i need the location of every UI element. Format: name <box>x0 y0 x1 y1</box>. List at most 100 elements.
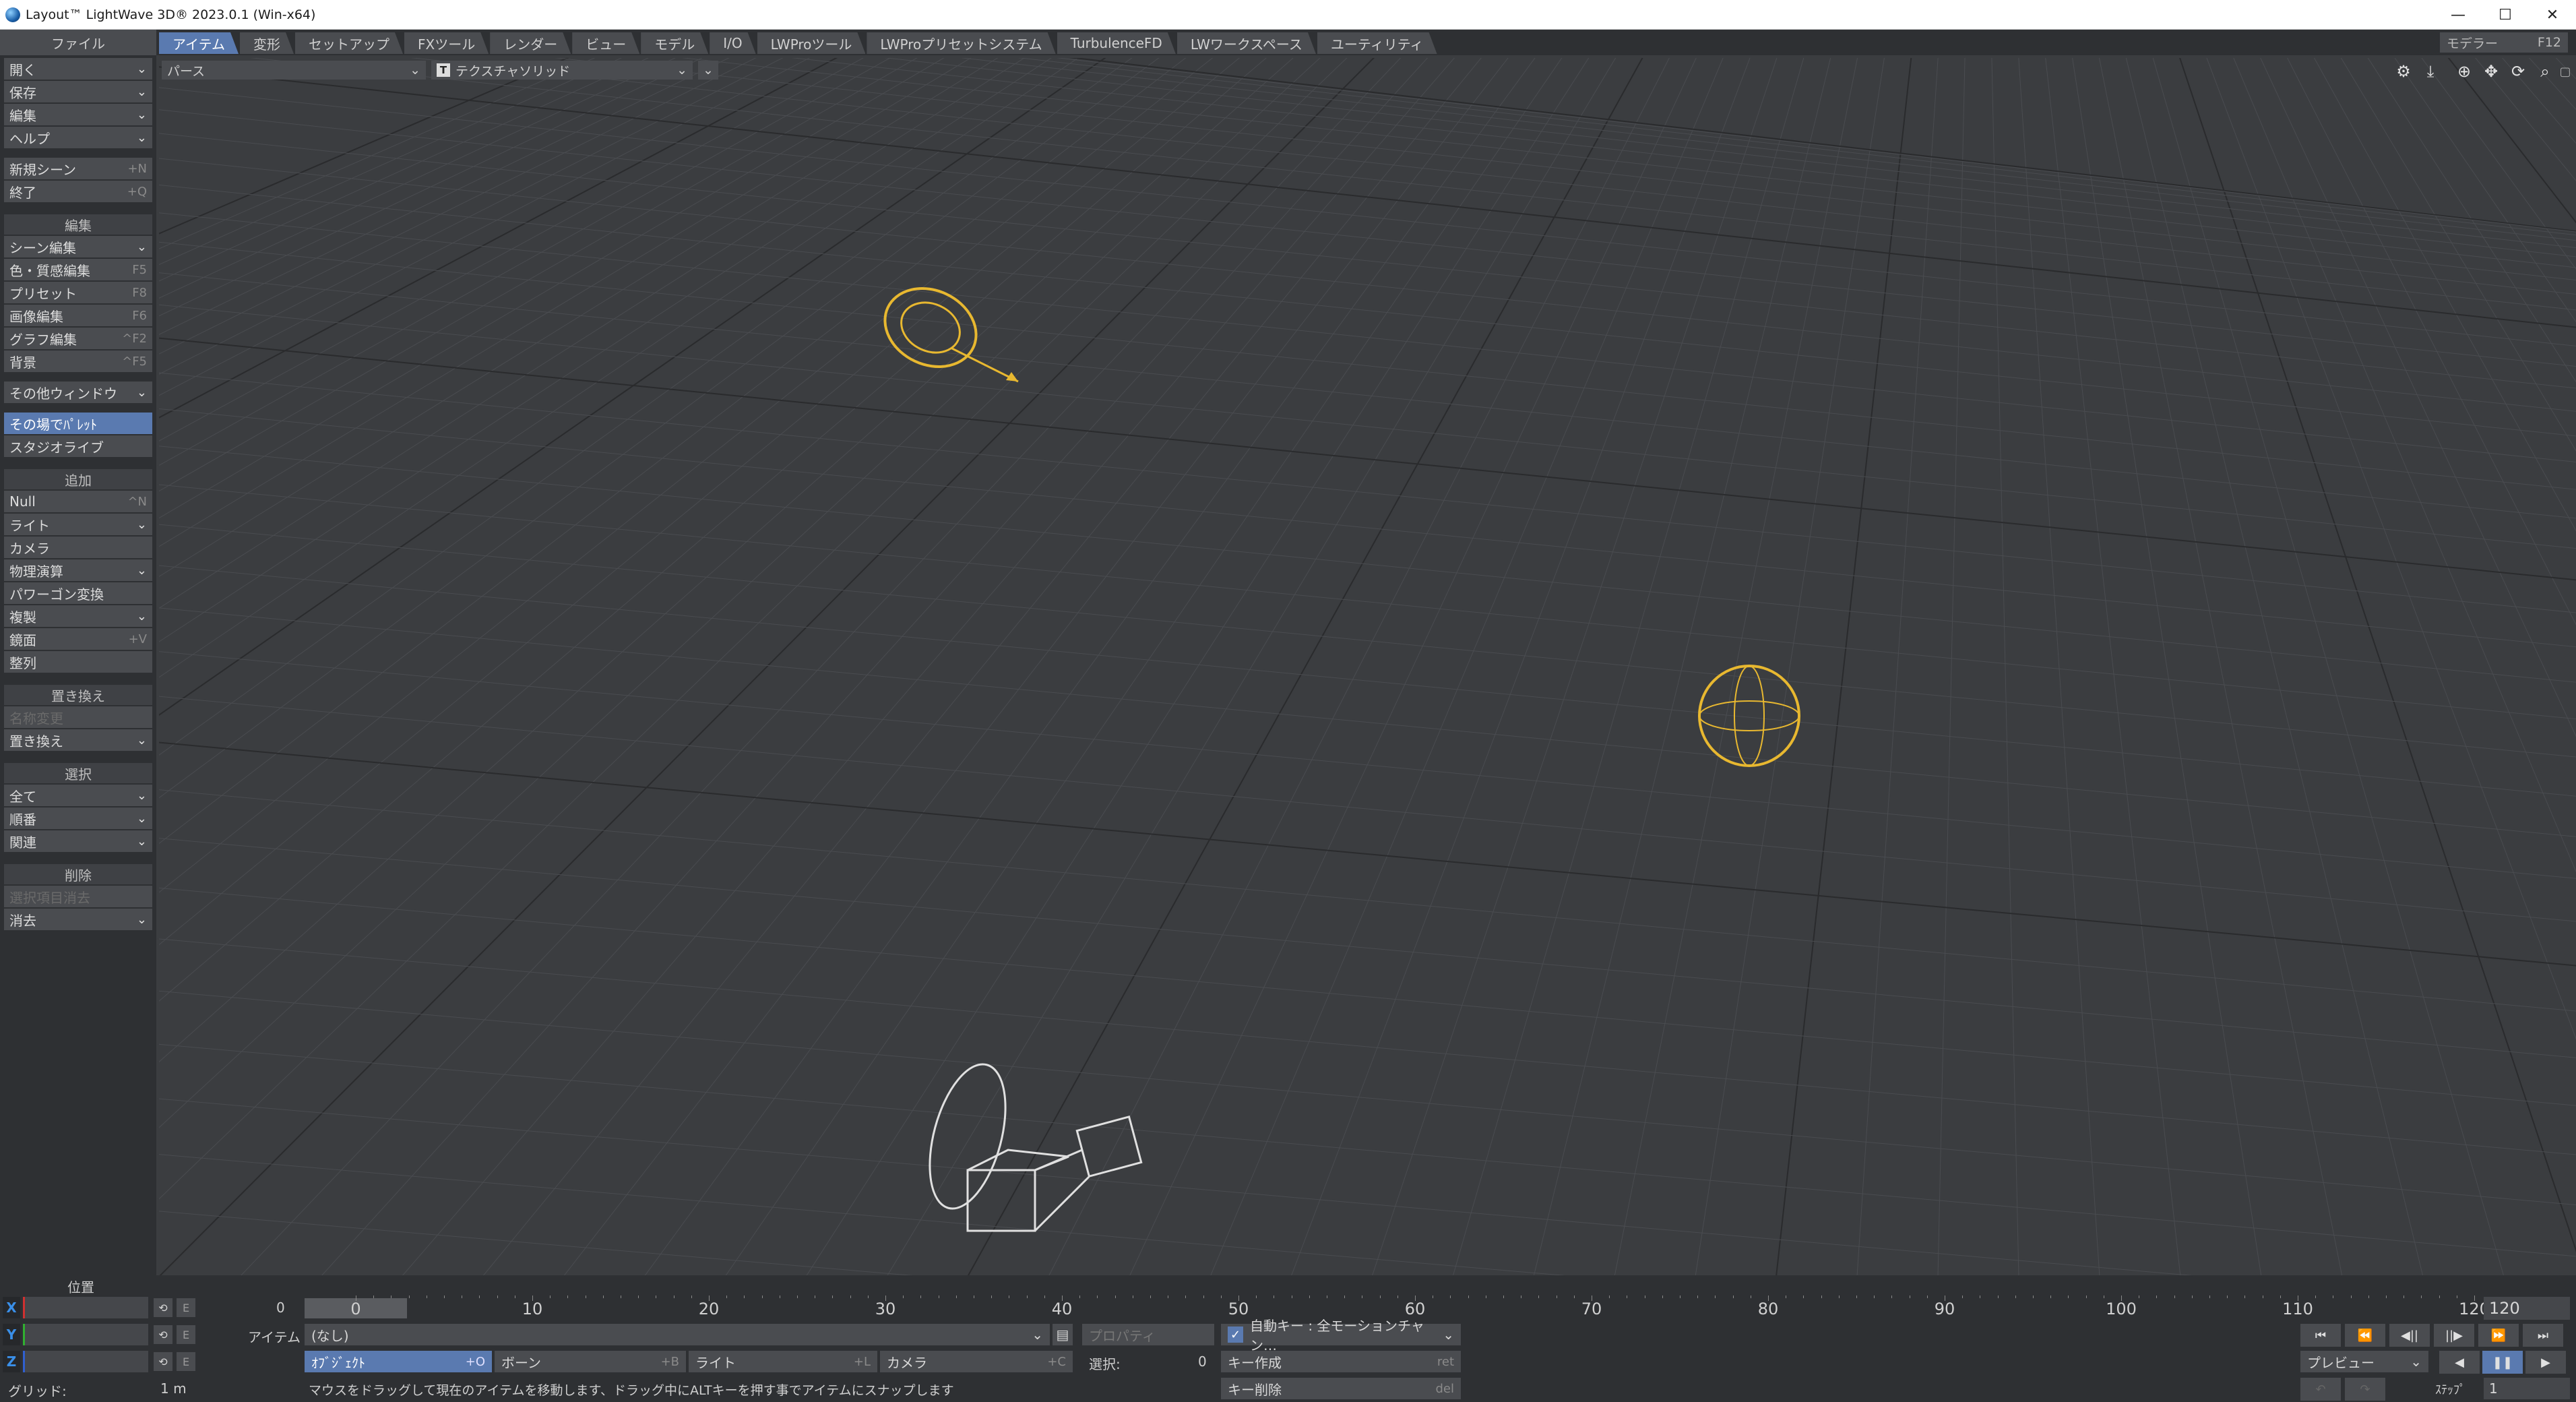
toolbar-button[interactable]: 鏡面 +V <box>4 628 152 650</box>
toolbar-button[interactable]: その場でﾊﾟﾚｯﾄ <box>4 413 152 434</box>
toolbar-button[interactable]: 関連 ⌄ <box>4 830 152 852</box>
playback-button-icon[interactable]: ⏩ <box>2478 1324 2519 1347</box>
toolbar-button[interactable]: 選択項目消去 <box>4 886 152 907</box>
view-mode-select[interactable]: パース ⌄ <box>162 61 426 80</box>
move-view-icon[interactable]: ✥ <box>2480 62 2502 81</box>
tab-1[interactable]: 変形 <box>240 32 294 54</box>
download-icon[interactable]: ⤓ <box>2420 62 2441 81</box>
gear-icon[interactable]: ⚙ <box>2393 62 2414 81</box>
bone-button[interactable]: ボーン +B <box>495 1351 686 1372</box>
center-view-icon[interactable]: ⊕ <box>2453 62 2475 81</box>
preview-select[interactable]: プレビュー ⌄ <box>2300 1351 2428 1372</box>
toolbar-button[interactable]: 新規シーン +N <box>4 158 152 179</box>
playback-button-icon[interactable]: ⏪ <box>2345 1324 2385 1347</box>
shortcut-label: +N <box>127 161 147 176</box>
toolbar-button[interactable]: 消去 ⌄ <box>4 909 152 930</box>
tab-11[interactable]: LWワークスペース <box>1177 32 1316 54</box>
maximize-viewport-icon[interactable]: ▢ <box>2554 62 2576 81</box>
toolbar-button[interactable]: 開く ⌄ <box>4 58 152 80</box>
tab-10[interactable]: TurbulenceFD <box>1057 32 1176 54</box>
tab-4[interactable]: レンダー <box>490 32 571 54</box>
zoom-icon[interactable]: ⌕ <box>2534 62 2556 81</box>
light-button[interactable]: ライト +L <box>689 1351 877 1372</box>
tab-9[interactable]: LWProプリセットシステム <box>867 32 1055 54</box>
tab-6[interactable]: モデル <box>641 32 708 54</box>
play-reverse-button[interactable]: ◀ <box>2439 1351 2480 1374</box>
tab-12[interactable]: ユーティリティ <box>1317 32 1437 54</box>
envelope-icon[interactable]: E <box>177 1298 195 1317</box>
undo-icon[interactable]: ↶ <box>2300 1378 2341 1401</box>
render-style-select[interactable]: T テクスチャソリッド ⌄ <box>431 61 693 80</box>
axis-z-field[interactable] <box>23 1351 148 1372</box>
camera-object[interactable] <box>916 1056 1143 1232</box>
toolbar-button[interactable]: ライト ⌄ <box>4 514 152 535</box>
toolbar-button[interactable]: プリセット F8 <box>4 282 152 303</box>
current-frame-field[interactable]: 0 <box>276 1300 285 1316</box>
tab-3[interactable]: FXツール <box>404 32 489 54</box>
toolbar-button[interactable]: 終了 +Q <box>4 181 152 202</box>
toolbar-button-label: その場でﾊﾟﾚｯﾄ <box>9 416 97 433</box>
tab-8[interactable]: LWProツール <box>757 32 866 54</box>
minimize-button[interactable]: — <box>2434 0 2482 30</box>
axis-lock-icon[interactable]: ⟲ <box>154 1325 172 1344</box>
properties-button[interactable]: プロパティ <box>1082 1324 1214 1345</box>
toolbar-button[interactable]: グラフ編集 ^F2 <box>4 328 152 349</box>
playback-button-icon[interactable]: ◀|| <box>2389 1324 2430 1347</box>
modeler-button[interactable]: モデラー F12 <box>2440 32 2568 53</box>
toolbar-button[interactable]: 編集 ⌄ <box>4 104 152 125</box>
toolbar-button[interactable]: パワーゴン変換 <box>4 582 152 604</box>
toolbar-button[interactable]: 複製 ⌄ <box>4 605 152 627</box>
item-list-icon[interactable]: ▤ <box>1053 1324 1073 1345</box>
tab-0[interactable]: アイテム <box>159 32 239 54</box>
toolbar-button[interactable]: 背景 ^F5 <box>4 350 152 372</box>
playback-button-icon[interactable]: ⏮ <box>2300 1324 2341 1347</box>
toolbar-button[interactable]: 物理演算 ⌄ <box>4 559 152 581</box>
toolbar-button[interactable]: スタジオライブ <box>4 435 152 457</box>
play-forward-button[interactable]: ▶ <box>2525 1351 2566 1374</box>
toolbar-button[interactable]: 名称変更 <box>4 706 152 728</box>
bottom-panel: 位置 X ⟲ E Y ⟲ E Z ⟲ E 0 10 20 30 40 50 60 70 80 90 100 110 1… <box>0 1275 2576 1402</box>
axis-lock-icon[interactable]: ⟲ <box>154 1352 172 1371</box>
create-key-button[interactable]: キー作成 ret <box>1221 1351 1461 1372</box>
delete-key-button[interactable]: キー削除 del <box>1221 1378 1461 1399</box>
toolbar-button[interactable]: 順番 ⌄ <box>4 807 152 829</box>
axis-y-field[interactable] <box>23 1324 148 1345</box>
perspective-viewport[interactable]: パース ⌄ T テクスチャソリッド ⌄ ⌄ ⚙ ⤓ ⊕ ✥ ⟳ ⌕ ▢ <box>159 58 2576 1277</box>
toolbar-button[interactable]: 置き換え ⌄ <box>4 729 152 751</box>
toolbar-button[interactable]: 整列 <box>4 651 152 673</box>
toolbar-button[interactable]: その他ウィンドウ ⌄ <box>4 382 152 403</box>
auto-key-select[interactable]: ✓ 自動キー : 全モーションチャン… ⌄ <box>1221 1318 1461 1353</box>
close-button[interactable]: ✕ <box>2529 0 2576 30</box>
toolbar-button[interactable]: Null ^N <box>4 491 152 512</box>
playback-button-icon[interactable]: ⏭ <box>2523 1324 2563 1347</box>
tab-7[interactable]: I/O <box>710 32 755 54</box>
view-options-dropdown[interactable]: ⌄ <box>698 61 718 80</box>
toolbar-button[interactable]: 全て ⌄ <box>4 785 152 806</box>
playback-button-icon[interactable]: ||▶ <box>2434 1324 2474 1347</box>
rotate-view-icon[interactable]: ⟳ <box>2507 62 2529 81</box>
selected-label: 選択: <box>1089 1356 1121 1372</box>
axis-x-field[interactable] <box>23 1297 148 1318</box>
redo-icon[interactable]: ↷ <box>2345 1378 2385 1401</box>
toolbar-button[interactable]: 色・質感編集 F5 <box>4 259 152 280</box>
toolbar-button[interactable]: カメラ <box>4 537 152 558</box>
tab-5[interactable]: ビュー <box>572 32 639 54</box>
envelope-icon[interactable]: E <box>177 1352 195 1371</box>
step-field[interactable]: 1 <box>2484 1378 2570 1399</box>
camera-button[interactable]: カメラ +C <box>880 1351 1073 1372</box>
checkbox-checked-icon[interactable]: ✓ <box>1228 1327 1243 1343</box>
object-button[interactable]: ｵﾌﾞｼﾞｪｸﾄ +O <box>305 1351 492 1372</box>
maximize-button[interactable]: ☐ <box>2482 0 2529 30</box>
object-shortcut: +O <box>465 1354 485 1369</box>
sphere-object[interactable] <box>1698 665 1800 767</box>
envelope-icon[interactable]: E <box>177 1325 195 1344</box>
axis-lock-icon[interactable]: ⟲ <box>154 1298 172 1317</box>
toolbar-button[interactable]: 保存 ⌄ <box>4 81 152 102</box>
end-frame-field[interactable]: 120 <box>2484 1297 2570 1320</box>
toolbar-button[interactable]: シーン編集 ⌄ <box>4 236 152 257</box>
item-select[interactable]: (なし) ⌄ <box>305 1324 1050 1345</box>
tab-2[interactable]: セットアップ <box>295 32 403 54</box>
pause-button[interactable]: ❚❚ <box>2482 1351 2523 1374</box>
toolbar-button[interactable]: 画像編集 F6 <box>4 305 152 326</box>
toolbar-button[interactable]: ヘルプ ⌄ <box>4 127 152 148</box>
